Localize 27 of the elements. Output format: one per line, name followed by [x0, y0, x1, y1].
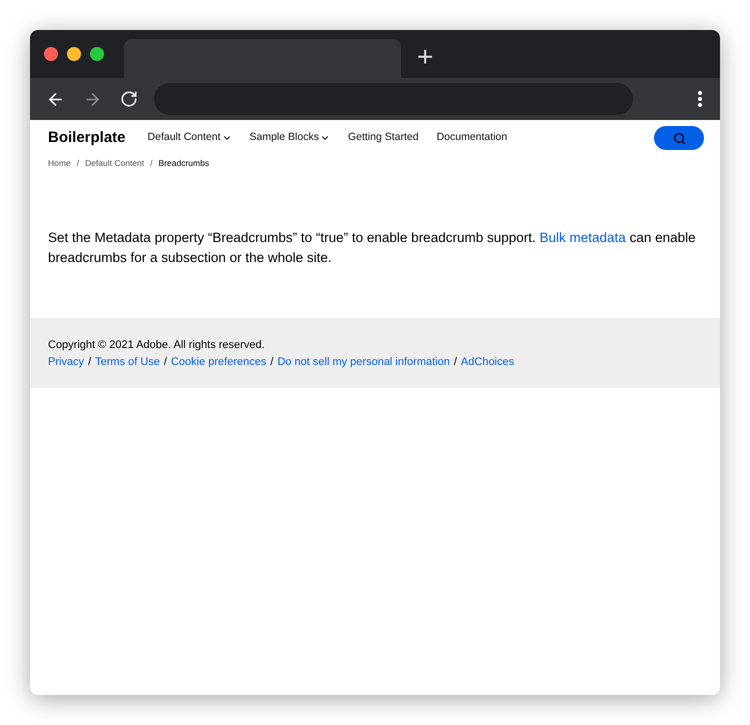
nav-dropdown[interactable]: Sample Blocks	[250, 130, 330, 146]
breadcrumb-link[interactable]: Default Content	[85, 156, 144, 170]
intro-paragraph: Set the Metadata property “Breadcrumbs” to “true” to enable breadcrumb support. Bulk metadata can enable breadcrumbs for a subsection or the whole site.	[47, 229, 697, 267]
breadcrumb-current[interactable]: Breadcrumbs	[158, 156, 210, 170]
bulk-metadata-link[interactable]: Bulk metadata	[540, 230, 626, 245]
nav-link[interactable]: Getting Started	[348, 130, 419, 146]
footer-link[interactable]: Terms of Use	[95, 354, 160, 371]
nav-dropdown[interactable]: Default Content	[148, 130, 232, 146]
reload-icon[interactable]	[120, 90, 138, 108]
footer-link[interactable]: Privacy	[48, 354, 84, 371]
site-brand[interactable]: Boilerplate	[48, 126, 126, 150]
footer-link[interactable]: AdChoices	[460, 354, 514, 371]
footer-separator: /	[270, 355, 274, 370]
copyright-text: Copyright © 2021 Adobe. All rights reserved.	[48, 338, 265, 353]
footer-separator: /	[88, 355, 92, 370]
more-menu-icon[interactable]	[698, 91, 702, 107]
footer-link[interactable]: Cookie preferences	[170, 354, 266, 371]
breadcrumb-link[interactable]: Home	[48, 156, 71, 170]
nav-link[interactable]: Documentation	[436, 130, 508, 146]
search-button[interactable]	[654, 126, 704, 150]
footer-separator: /	[164, 355, 167, 370]
footer-link[interactable]: Do not sell my personal information	[277, 354, 450, 371]
breadcrumb-separator: /	[150, 156, 153, 170]
new-tab-button[interactable]: +	[417, 43, 434, 71]
search-icon	[672, 132, 686, 144]
footer-separator: /	[454, 355, 457, 370]
breadcrumb-separator: /	[76, 156, 80, 170]
